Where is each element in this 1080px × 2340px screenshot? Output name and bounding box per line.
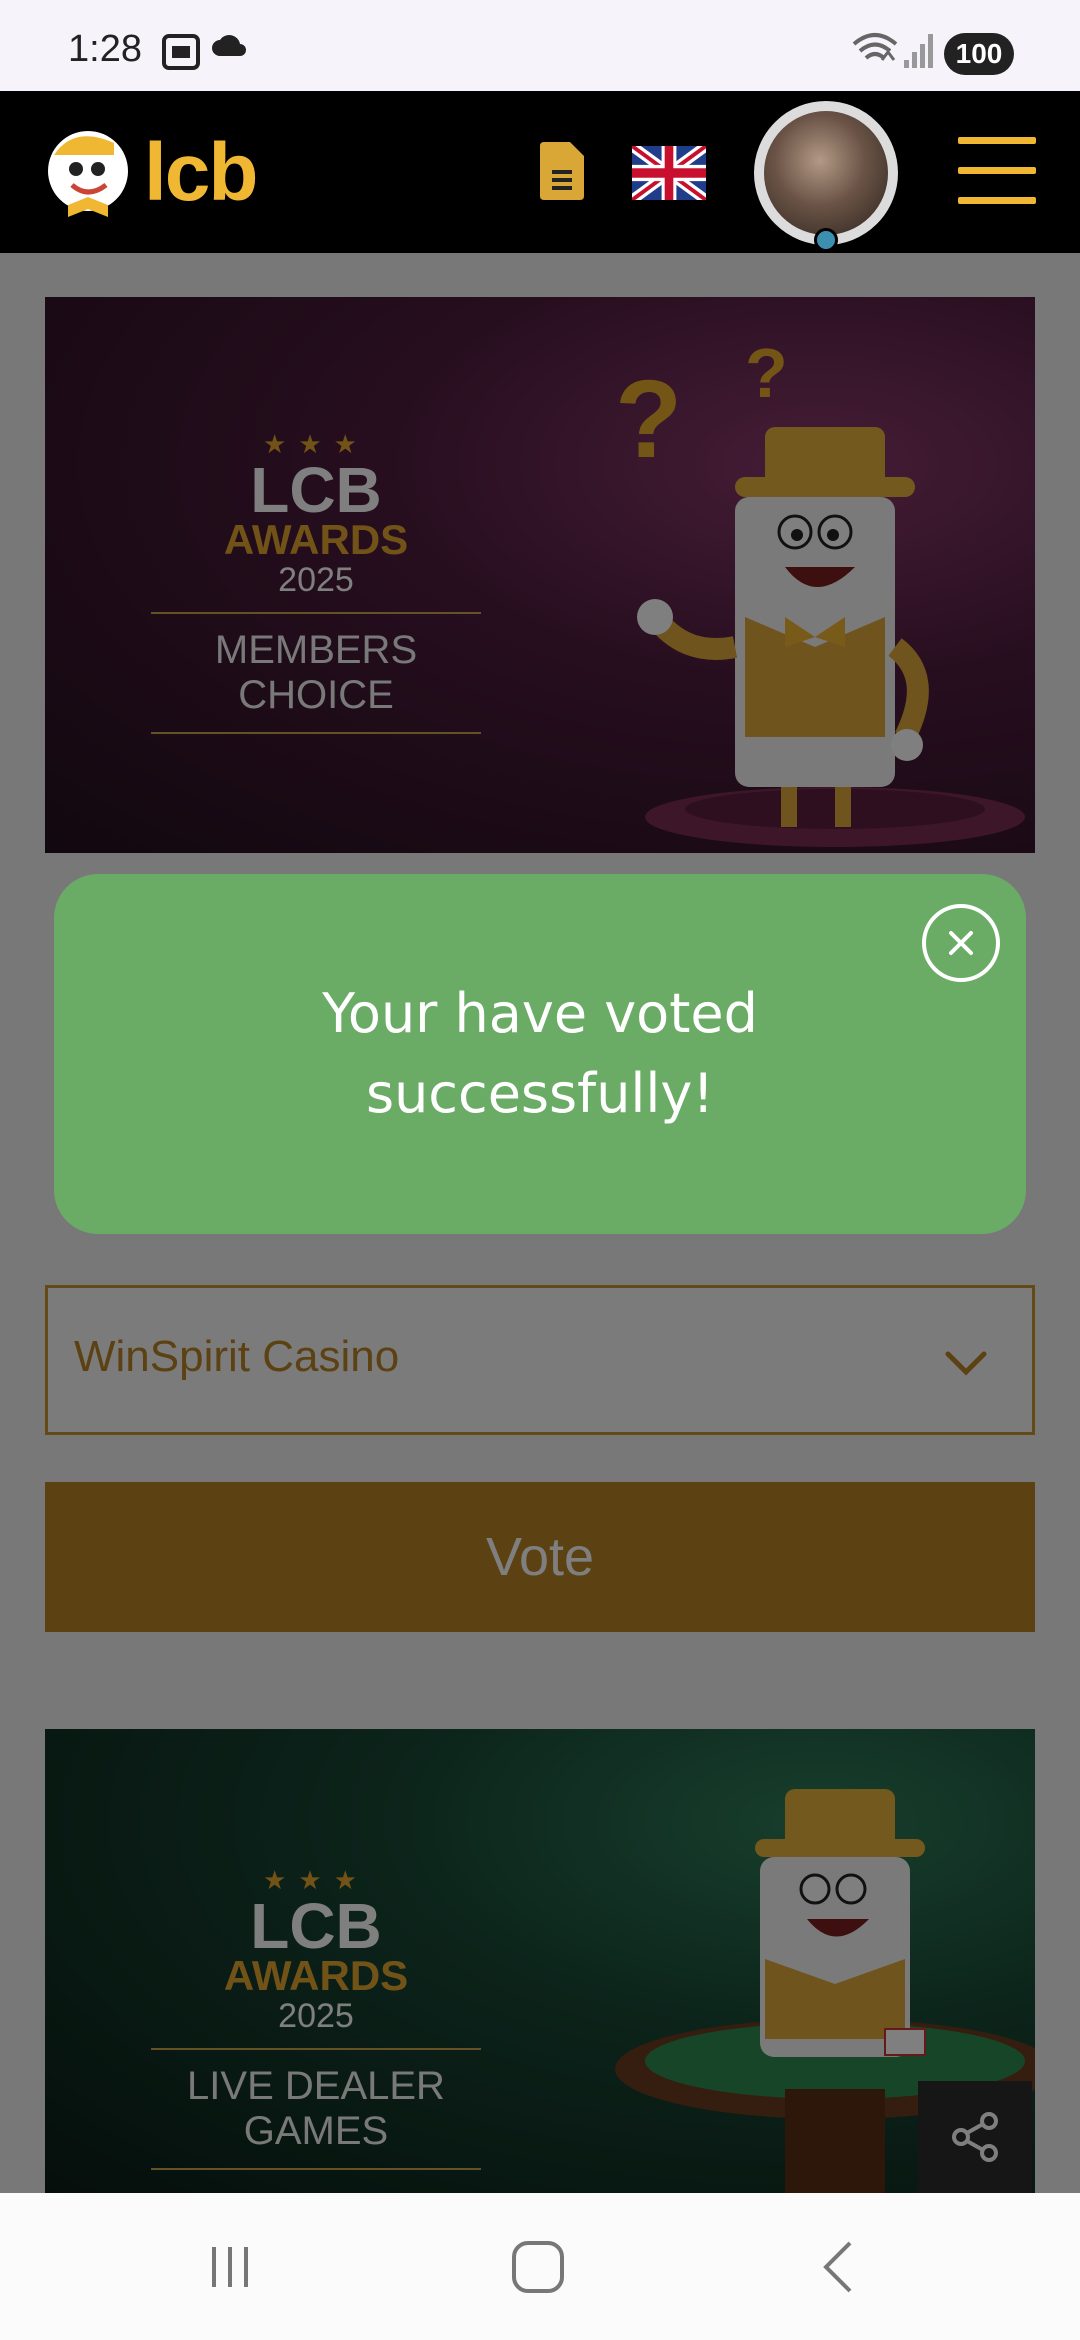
lcb-logo[interactable]: lcb [44, 125, 258, 221]
document-icon[interactable] [540, 142, 584, 200]
avatar[interactable] [754, 101, 898, 245]
app-header: lcb [0, 91, 1080, 253]
toast-message: Your have voted successfully! [322, 982, 758, 1125]
recent-apps-icon[interactable] [200, 2237, 260, 2297]
battery-indicator: 100 [944, 33, 1014, 75]
wifi-icon [852, 33, 898, 61]
x-icon [949, 931, 973, 955]
avatar-status-dot [814, 228, 838, 252]
close-icon[interactable] [922, 904, 1000, 982]
cloud-icon [212, 35, 246, 56]
back-icon[interactable] [810, 2237, 870, 2297]
logo-text: lcb [144, 127, 258, 218]
system-nav-bar [0, 2193, 1080, 2340]
uk-flag-icon[interactable] [632, 146, 706, 200]
hamburger-menu-icon[interactable] [958, 137, 1036, 207]
vote-success-toast: Your have voted successfully! [54, 874, 1026, 1234]
screenshot-icon [162, 34, 200, 70]
status-bar: 1:28 100 [0, 0, 1080, 91]
home-icon[interactable] [508, 2237, 568, 2297]
mascot-logo-icon [48, 131, 128, 217]
status-time: 1:28 [68, 28, 142, 70]
signal-icon [904, 34, 933, 68]
